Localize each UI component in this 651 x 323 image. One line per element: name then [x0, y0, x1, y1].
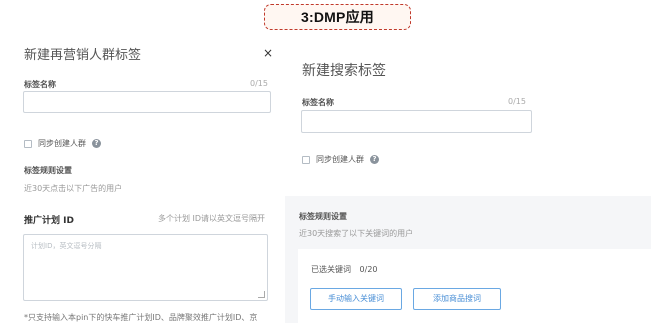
selected-keywords-label: 已选关键词 [311, 265, 351, 274]
sync-checkbox[interactable] [302, 155, 310, 164]
rule-settings-label: 标签规则设置 [24, 166, 72, 175]
retargeting-tag-panel: 新建再营销人群标签 × 标签名称 0/15 同步创建人群 ? 标签规则设置 近3… [0, 0, 280, 323]
plan-id-hint: 多个计划 ID请以英文逗号隔开 [158, 214, 266, 223]
tag-name-counter: 0/15 [508, 97, 526, 106]
plan-id-label: 推广计划 ID [24, 216, 74, 226]
help-icon[interactable]: ? [370, 155, 379, 164]
resize-handle[interactable] [258, 291, 265, 298]
rule-settings-label: 标签规则设置 [299, 212, 347, 221]
add-product-keyword-button[interactable]: 添加商品搜词 [413, 288, 501, 310]
selected-keywords-count: 0/20 [359, 265, 378, 274]
section-banner: 3:DMP应用 [264, 4, 411, 30]
keyword-card [298, 249, 651, 323]
panel-title: 新建再营销人群标签 [24, 48, 142, 63]
plan-id-placeholder: 计划ID，英文逗号分隔 [31, 242, 102, 250]
tag-name-counter: 0/15 [250, 79, 268, 88]
rule-description: 近30天搜索了以下关键词的用户 [299, 229, 414, 238]
plan-id-textarea[interactable]: 计划ID，英文逗号分隔 [23, 234, 268, 301]
tag-name-label: 标签名称 [302, 98, 334, 107]
selected-keywords-row: 已选关键词 0/20 [311, 264, 378, 275]
sync-create-audience-row[interactable]: 同步创建人群 ? [24, 138, 101, 149]
tag-name-label: 标签名称 [24, 80, 56, 89]
footnote-text: *只支持输入本pin下的快车推广计划ID、品牌聚效推广计划ID、京 [24, 313, 258, 322]
manual-keyword-button[interactable]: 手动输入关键词 [310, 288, 402, 310]
sync-label: 同步创建人群 [316, 155, 364, 164]
sync-label: 同步创建人群 [38, 139, 86, 148]
tag-name-input[interactable] [301, 110, 532, 133]
rule-description: 近30天点击以下广告的用户 [24, 184, 123, 193]
sync-create-audience-row[interactable]: 同步创建人群 ? [302, 154, 379, 165]
close-icon[interactable]: × [262, 47, 274, 59]
tag-name-input[interactable] [23, 91, 271, 113]
sync-checkbox[interactable] [24, 139, 32, 148]
help-icon[interactable]: ? [92, 139, 101, 148]
screen: 3:DMP应用 新建再营销人群标签 × 标签名称 0/15 同步创建人群 ? 标… [0, 0, 651, 323]
panel-title: 新建搜索标签 [302, 63, 386, 79]
